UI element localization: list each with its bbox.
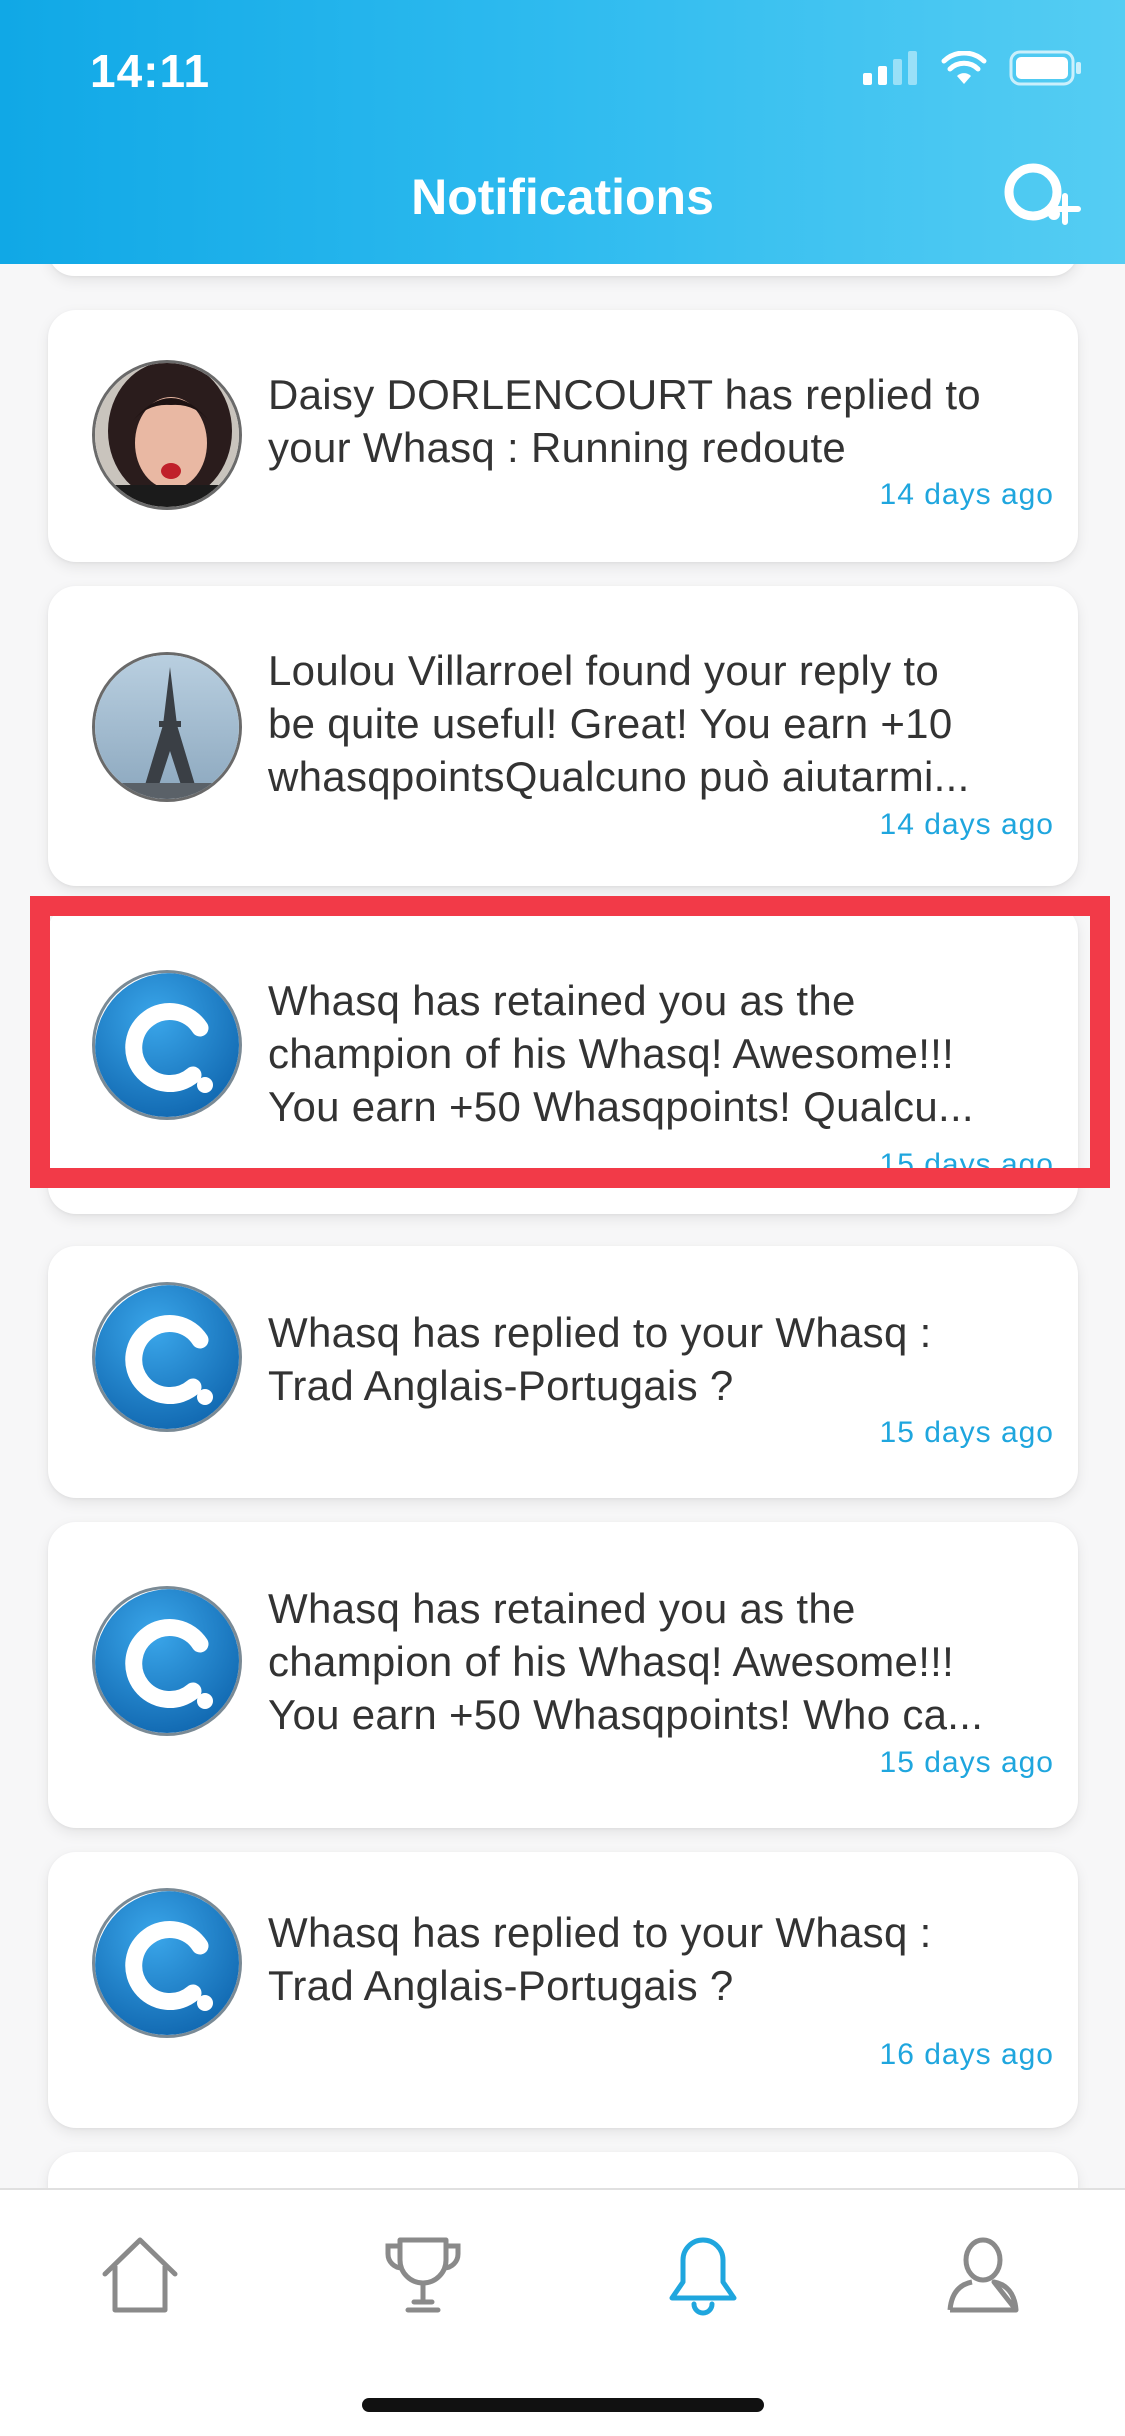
notification-time: 14 days ago xyxy=(879,808,1054,841)
avatar xyxy=(92,970,242,1120)
app-header: 14:11 Notifications xyxy=(0,0,1125,264)
daisy-photo xyxy=(95,363,239,507)
notification-message: Daisy DORLENCOURT has replied to your Wh… xyxy=(268,371,981,471)
notification-time: 16 days ago xyxy=(879,2038,1054,2071)
notification-card[interactable]: Whasq has replied to your Whasq : Trad A… xyxy=(48,1852,1078,2128)
notification-message: Loulou Villarroel found your reply to be… xyxy=(268,647,970,800)
notification-card[interactable]: Whasq has replied to your Whasq : Trad A… xyxy=(48,1246,1078,1498)
home-indicator xyxy=(362,2398,764,2412)
notification-card[interactable]: Daisy DORLENCOURT has replied to your Wh… xyxy=(48,310,1078,562)
avatar xyxy=(92,1282,242,1432)
notification-message: Whasq has retained you as the champion o… xyxy=(268,1585,984,1738)
notifications-screen: 14:11 Notifications Daisy DORLENCOURT ha… xyxy=(0,0,1125,2436)
notification-message: Whasq has replied to your Whasq : Trad A… xyxy=(268,1309,932,1409)
notification-message: Whasq has replied to your Whasq : Trad A… xyxy=(268,1909,932,2009)
notification-message: Whasq has retained you as the champion o… xyxy=(268,977,974,1130)
notification-card[interactable]: Whasq has retained you as the champion o… xyxy=(48,1522,1078,1828)
avatar xyxy=(92,1586,242,1736)
notification-time: 15 days ago xyxy=(879,1148,1054,1181)
search-plus-icon[interactable] xyxy=(999,158,1085,234)
notification-time: 15 days ago xyxy=(879,1416,1054,1449)
eiffel-tower-photo xyxy=(95,655,239,799)
wifi-icon xyxy=(941,51,987,84)
notification-card[interactable]: Whasq has retained you as the champion o… xyxy=(48,904,1078,1214)
status-icons xyxy=(863,50,1083,86)
notification-card-partial[interactable] xyxy=(48,264,1078,276)
notification-time: 15 days ago xyxy=(879,1746,1054,1779)
page-title: Notifications xyxy=(411,169,714,225)
battery-icon xyxy=(1009,50,1081,86)
whasq-logo xyxy=(95,1285,239,1429)
avatar xyxy=(92,1888,242,2038)
whasq-logo xyxy=(95,973,239,1117)
notifications-list[interactable]: Daisy DORLENCOURT has replied to your Wh… xyxy=(0,264,1125,2188)
home-icon[interactable] xyxy=(95,2230,185,2320)
user-icon[interactable] xyxy=(938,2230,1028,2320)
notification-card[interactable]: Loulou Villarroel found your reply to be… xyxy=(48,586,1078,886)
notification-time: 14 days ago xyxy=(879,478,1054,511)
whasq-logo xyxy=(95,1891,239,2035)
avatar xyxy=(92,652,242,802)
trophy-icon[interactable] xyxy=(378,2230,468,2320)
bell-icon[interactable] xyxy=(658,2230,748,2320)
signal-icon xyxy=(863,51,917,85)
whasq-logo xyxy=(95,1589,239,1733)
avatar xyxy=(92,360,242,510)
status-time: 14:11 xyxy=(90,45,211,97)
notification-card-partial[interactable] xyxy=(48,2152,1078,2188)
